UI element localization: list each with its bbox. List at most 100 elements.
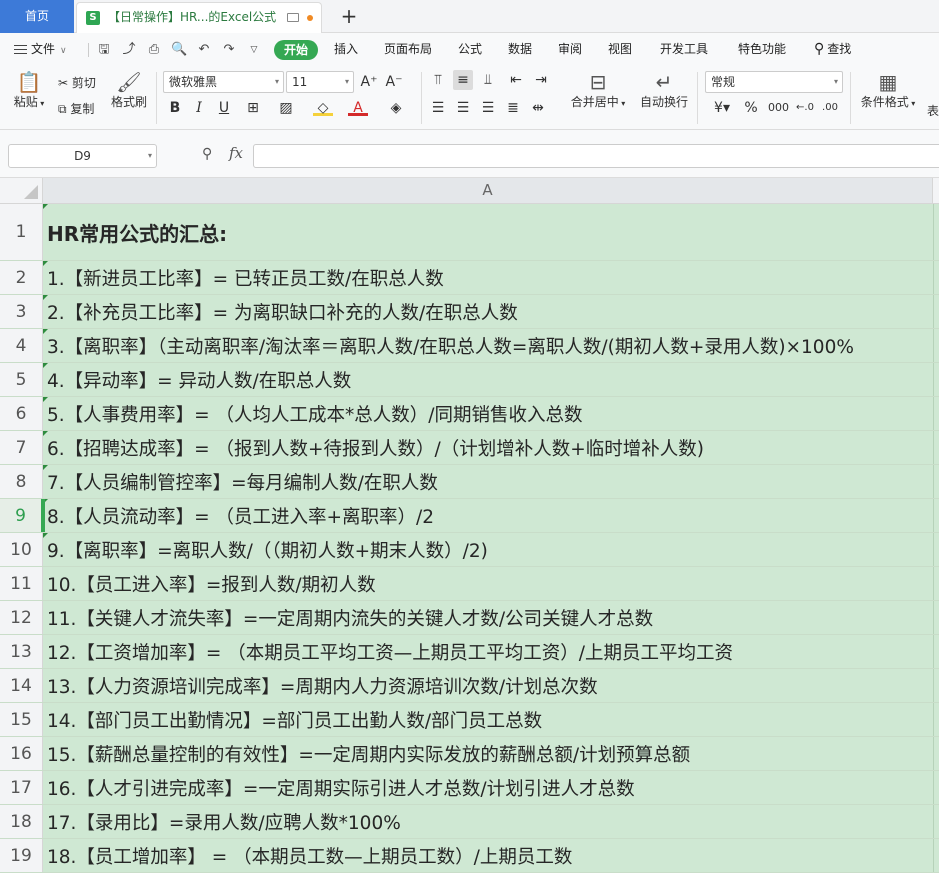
column-b-edge[interactable] [933,601,939,634]
monitor-icon[interactable] [287,13,299,22]
row-header[interactable]: 17 [0,771,43,804]
align-center-icon[interactable]: ☰ [453,98,473,118]
align-middle-icon[interactable]: ≡ [453,70,473,90]
column-b-edge[interactable] [933,805,939,838]
row-header[interactable]: 13 [0,635,43,668]
menu-review[interactable]: 审阅 [558,33,582,66]
column-b-edge[interactable] [933,261,939,294]
increase-decimal-icon[interactable]: ←.0 [795,98,815,118]
row-header[interactable]: 11 [0,567,43,600]
column-b-edge[interactable] [933,295,939,328]
font-color-icon[interactable]: A [348,98,368,116]
decrease-decimal-icon[interactable]: .00 [820,98,840,118]
redo-icon[interactable]: ↷ [221,42,237,58]
tab-home[interactable]: 首页 [0,0,74,33]
row-header[interactable]: 19 [0,839,43,872]
row-header[interactable]: 2 [0,261,43,294]
export-icon[interactable]: ⤴ [121,42,137,58]
column-b-edge[interactable] [933,363,939,396]
cell-a15[interactable]: 14.【部门员工出勤情况】=部门员工出勤人数/部门员工总数 [43,703,933,736]
cell-a13[interactable]: 12.【工资增加率】= （本期员工平均工资—上期员工平均工资）/上期员工平均工资 [43,635,933,668]
menu-formulas[interactable]: 公式 [458,33,482,66]
cell-a12[interactable]: 11.【关键人才流失率】=一定周期内流失的关键人才数/公司关键人才总数 [43,601,933,634]
row-header[interactable]: 15 [0,703,43,736]
align-left-icon[interactable]: ☰ [428,98,448,118]
currency-icon[interactable]: ¥▾ [708,98,736,118]
row-header[interactable]: 5 [0,363,43,396]
cell-a11[interactable]: 10.【员工进入率】=报到人数/期初人数 [43,567,933,600]
print-icon[interactable]: ⎙ [146,42,162,58]
fx-icon[interactable]: fx [229,144,243,162]
column-b-edge[interactable] [933,839,939,872]
menu-search[interactable]: ⚲ 查找 [814,33,851,66]
percent-icon[interactable]: % [741,98,761,118]
justify-icon[interactable]: ≣ [503,98,523,118]
cell-a5[interactable]: 4.【异动率】= 异动人数/在职总人数 [43,363,933,396]
decrease-font-size-icon[interactable]: A⁻ [384,72,404,92]
print-preview-icon[interactable]: 🔍 [171,42,187,58]
cell-a16[interactable]: 15.【薪酬总量控制的有效性】=一定周期内实际发放的薪酬总额/计划预算总额 [43,737,933,770]
distributed-align-icon[interactable]: ⇹ [528,98,548,118]
thousands-separator-icon[interactable]: 000 [768,98,789,118]
cell-a7[interactable]: 6.【招聘达成率】= （报到人数+待报到人数）/（计划增补人数+临时增补人数) [43,431,933,464]
save-icon[interactable]: 🖫 [96,42,112,58]
underline-icon[interactable]: U [214,98,234,118]
number-format-select[interactable]: 常规 ▾ [705,71,843,93]
column-b-edge[interactable] [933,204,939,260]
column-b-edge[interactable] [933,533,939,566]
format-painter-button[interactable]: 🖌 格式刷 [108,70,150,110]
align-top-icon[interactable]: ⫪ [428,70,448,90]
increase-font-size-icon[interactable]: A⁺ [359,72,379,92]
cell-a1[interactable]: HR常用公式的汇总: [43,204,933,260]
formula-input[interactable] [253,144,939,168]
row-header[interactable]: 12 [0,601,43,634]
row-header[interactable]: 18 [0,805,43,838]
conditional-format-button[interactable]: ▦ 条件格式 ▾ [856,70,920,112]
increase-indent-icon[interactable]: ⇥ [531,70,551,90]
copy-button[interactable]: ⧉ 复制 [58,100,94,117]
column-b-edge[interactable] [933,499,939,532]
row-header[interactable]: 8 [0,465,43,498]
row-header[interactable]: 1 [0,204,43,260]
row-header[interactable]: 9 [0,499,43,532]
select-all-corner[interactable] [0,178,43,203]
font-size-select[interactable]: 11 ▾ [286,71,354,93]
cell-a3[interactable]: 2.【补充员工比率】= 为离职缺口补充的人数/在职总人数 [43,295,933,328]
cell-a6[interactable]: 5.【人事费用率】= （人均人工成本*总人数）/同期销售收入总数 [43,397,933,430]
column-b-edge[interactable] [933,771,939,804]
cell-a17[interactable]: 16.【人才引进完成率】=一定周期实际引进人才总数/计划引进人才总数 [43,771,933,804]
menu-start[interactable]: 开始 [274,40,318,60]
column-b-edge[interactable] [933,465,939,498]
font-name-select[interactable]: 微软雅黑 ▾ [163,71,284,93]
row-header[interactable]: 16 [0,737,43,770]
cell-a4[interactable]: 3.【离职率】（主动离职率/淘汰率＝离职人数/在职总人数=离职人数/(期初人数+… [43,329,933,362]
cell-a9[interactable]: 8.【人员流动率】= （员工进入率+离职率）/2 [43,499,933,532]
fill-color-icon[interactable]: ◇ [313,98,333,116]
quick-access-more-icon[interactable]: ▽ [246,42,262,58]
menu-data[interactable]: 数据 [508,33,532,66]
cell-a19[interactable]: 18.【员工增加率】 = （本期员工数—上期员工数）/上期员工数 [43,839,933,872]
column-header-a[interactable]: A [43,178,933,203]
cell-a8[interactable]: 7.【人员编制管控率】=每月编制人数/在职人数 [43,465,933,498]
column-b-edge[interactable] [933,329,939,362]
align-bottom-icon[interactable]: ⫫ [478,70,498,90]
decrease-indent-icon[interactable]: ⇤ [506,70,526,90]
column-b-edge[interactable] [933,737,939,770]
column-b-edge[interactable] [933,635,939,668]
column-b-edge[interactable] [933,397,939,430]
table-style-button[interactable]: 表 [927,102,939,119]
column-b-edge[interactable] [933,669,939,702]
row-header[interactable]: 14 [0,669,43,702]
column-b-edge[interactable] [933,431,939,464]
column-b-edge[interactable] [933,567,939,600]
paste-button[interactable]: 📋 粘贴 ▾ [10,70,48,112]
cut-button[interactable]: ✂ 剪切 [58,74,96,91]
row-header[interactable]: 6 [0,397,43,430]
cell-a2[interactable]: 1.【新进员工比率】= 已转正员工数/在职总人数 [43,261,933,294]
menu-page-layout[interactable]: 页面布局 [384,33,432,66]
border-icon[interactable]: ⊞ [243,98,263,118]
merge-center-button[interactable]: ⊟ 合并居中 ▾ [565,70,631,112]
menu-special-features[interactable]: 特色功能 [738,33,786,66]
row-header[interactable]: 10 [0,533,43,566]
tab-document[interactable]: S 【日常操作】HR...的Excel公式 [76,2,322,33]
